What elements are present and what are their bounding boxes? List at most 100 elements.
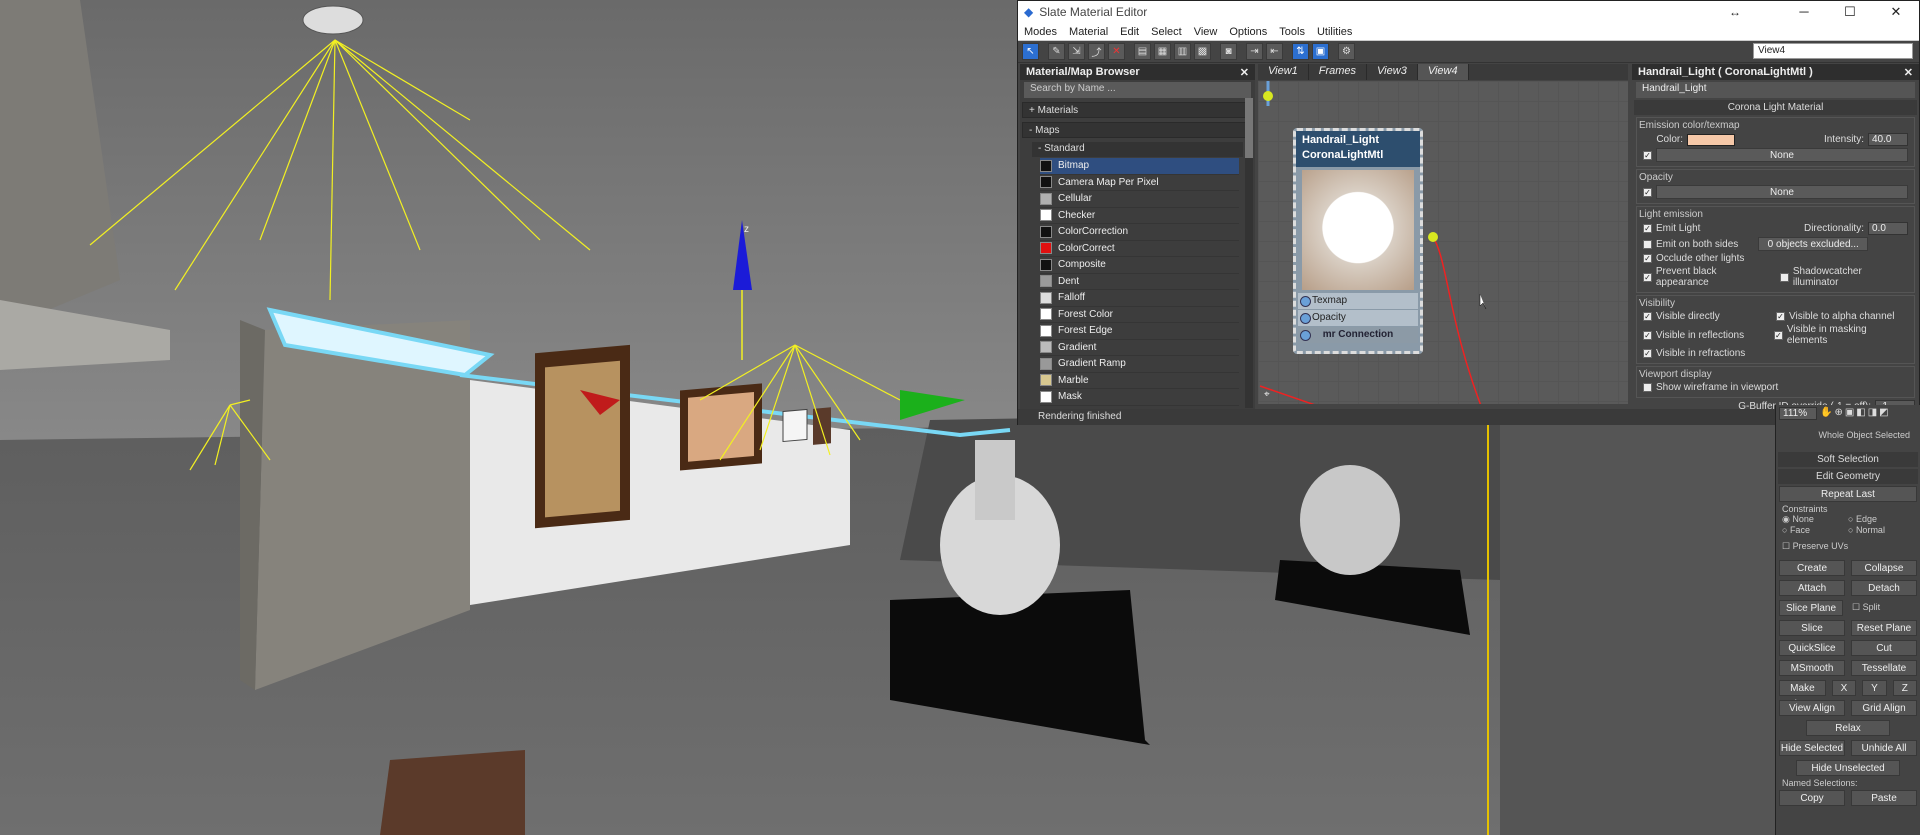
detach-button[interactable]: Detach [1851, 580, 1917, 596]
show-map-icon[interactable]: ⇤ [1266, 43, 1283, 60]
settings-icon[interactable]: ⚙ [1338, 43, 1355, 60]
emit-light-checkbox[interactable]: ✓ [1643, 224, 1652, 233]
vis-directly-checkbox[interactable]: ✓ [1643, 312, 1652, 321]
browser-scrollbar[interactable] [1245, 98, 1253, 408]
emission-map-checkbox[interactable]: ✓ [1643, 150, 1652, 160]
map-list-item[interactable]: Checker [1040, 208, 1239, 224]
map-list-item[interactable]: Mask [1040, 389, 1239, 406]
menu-select[interactable]: Select [1145, 26, 1188, 38]
shadowcatcher-checkbox[interactable] [1779, 272, 1789, 282]
hide-selected-button[interactable]: Hide Selected [1779, 740, 1845, 756]
menu-modes[interactable]: Modes [1018, 26, 1063, 38]
occlude-checkbox[interactable]: ✓ [1643, 254, 1652, 263]
directionality-spinner[interactable]: 0.0 [1868, 222, 1908, 235]
intensity-spinner[interactable]: 40.0 [1868, 133, 1908, 146]
move-children-icon[interactable]: ▤ [1134, 43, 1151, 60]
vis-refractions-checkbox[interactable]: ✓ [1643, 349, 1652, 358]
quickslice-button[interactable]: QuickSlice [1779, 640, 1845, 656]
map-list-item[interactable]: Composite [1040, 257, 1239, 274]
material-node[interactable]: Handrail_Light CoronaLightMtl Texmap Opa… [1293, 128, 1423, 354]
x-button[interactable]: X [1831, 680, 1857, 696]
zoom-field[interactable]: 111% [1779, 407, 1817, 420]
background-icon[interactable]: ▩ [1194, 43, 1211, 60]
slate-material-editor[interactable]: ◆ Slate Material Editor ↔ ─ ☐ ✕ Modes Ma… [1017, 0, 1920, 425]
vis-masking-checkbox[interactable]: ✓ [1773, 330, 1783, 340]
menu-utilities[interactable]: Utilities [1311, 26, 1358, 38]
unhide-all-button[interactable]: Unhide All [1851, 740, 1917, 756]
nav-toggle-icon[interactable]: ⇅ [1292, 43, 1309, 60]
put-to-scene-icon[interactable]: ⤴ [1088, 43, 1105, 60]
tab-frames[interactable]: Frames [1309, 64, 1368, 80]
close-button[interactable]: ✕ [1873, 4, 1919, 20]
delete-icon[interactable]: ✕ [1108, 43, 1125, 60]
edit-geometry-rollout[interactable]: Edit Geometry [1778, 469, 1918, 484]
emission-color-swatch[interactable] [1687, 133, 1735, 146]
slot-opacity[interactable]: Opacity [1298, 310, 1418, 326]
standard-group[interactable]: - Standard [1032, 142, 1243, 157]
map-list-item[interactable]: Forest Color [1040, 307, 1239, 323]
assign-material-icon[interactable]: ⇲ [1068, 43, 1085, 60]
make-planar-button[interactable]: Make Planar [1779, 680, 1826, 710]
map-list-item[interactable]: ColorCorrect [1040, 241, 1239, 257]
map-list-item[interactable]: Gradient Ramp [1040, 356, 1239, 373]
browser-toggle-icon[interactable]: ▣ [1312, 43, 1329, 60]
constraint-none-radio[interactable]: ◉ None [1782, 514, 1848, 525]
viewport-nav-icons[interactable]: ✋⊕▣◧◨◩ [1820, 407, 1891, 420]
vis-alpha-checkbox[interactable]: ✓ [1776, 312, 1785, 321]
close-props-icon[interactable]: ✕ [1904, 66, 1913, 79]
preserve-uvs-checkbox[interactable]: ☐ Preserve UVs [1776, 541, 1920, 552]
maps-group[interactable]: - Maps [1022, 122, 1253, 138]
hide-unselected-button[interactable]: Hide Unselected [1796, 760, 1900, 776]
maximize-button[interactable]: ☐ [1827, 4, 1873, 20]
cut-button[interactable]: Cut [1851, 640, 1917, 656]
grid-align-button[interactable]: Grid Align [1851, 700, 1917, 716]
map-list-item[interactable]: Forest Edge [1040, 323, 1239, 340]
copy-button[interactable]: Copy [1779, 790, 1845, 806]
minimize-button[interactable]: ─ [1781, 4, 1827, 20]
browser-search-input[interactable]: Search by Name ... [1024, 82, 1251, 98]
slice-plane-button[interactable]: Slice Plane [1779, 600, 1843, 616]
tessellate-button[interactable]: Tessellate [1851, 660, 1917, 676]
repeat-last-button[interactable]: Repeat Last [1779, 486, 1917, 502]
slice-button[interactable]: Slice [1779, 620, 1845, 636]
map-list-item[interactable]: Camera Map Per Pixel [1040, 175, 1239, 191]
rollout-header[interactable]: Corona Light Material [1634, 100, 1917, 115]
objects-excluded-button[interactable]: 0 objects excluded... [1758, 237, 1869, 251]
map-list-item[interactable]: Cellular [1040, 191, 1239, 208]
menu-options[interactable]: Options [1223, 26, 1273, 38]
soft-selection-rollout[interactable]: Soft Selection [1778, 452, 1918, 467]
show-wireframe-checkbox[interactable] [1643, 383, 1652, 392]
view-select-dropdown[interactable]: View4 [1753, 43, 1913, 59]
opacity-map-checkbox[interactable]: ✓ [1643, 187, 1652, 197]
map-list-item[interactable]: Marble [1040, 373, 1239, 389]
menu-material[interactable]: Material [1063, 26, 1114, 38]
z-button[interactable]: Z [1892, 680, 1918, 696]
constraint-edge-radio[interactable]: ○ Edge [1848, 514, 1914, 525]
node-view-canvas[interactable]: ⌖ Handrail_Light CoronaLightMtl Texmap O… [1258, 81, 1628, 404]
view-align-button[interactable]: View Align [1779, 700, 1845, 716]
select-tool-icon[interactable]: ↖ [1022, 43, 1039, 60]
opacity-map-button[interactable]: None [1656, 185, 1908, 199]
map-list-item[interactable]: ColorCorrection [1040, 224, 1239, 241]
map-list-item[interactable]: Dent [1040, 274, 1239, 290]
reset-plane-button[interactable]: Reset Plane [1851, 620, 1917, 636]
tab-view4[interactable]: View4 [1417, 64, 1469, 80]
slot-texmap[interactable]: Texmap [1298, 293, 1418, 309]
vis-reflections-checkbox[interactable]: ✓ [1643, 330, 1652, 340]
menu-tools[interactable]: Tools [1273, 26, 1311, 38]
emit-both-checkbox[interactable] [1643, 239, 1652, 249]
constraint-face-radio[interactable]: ○ Face [1782, 525, 1848, 535]
materials-group[interactable]: + Materials [1022, 102, 1253, 118]
menu-edit[interactable]: Edit [1114, 26, 1145, 38]
menu-view[interactable]: View [1188, 26, 1224, 38]
tab-view1[interactable]: View1 [1258, 64, 1309, 80]
tab-view3[interactable]: View3 [1367, 64, 1418, 80]
show-end-icon[interactable]: ⇥ [1246, 43, 1263, 60]
constraint-normal-radio[interactable]: ○ Normal [1848, 525, 1914, 535]
layout-icon[interactable]: ▦ [1154, 43, 1171, 60]
msmooth-button[interactable]: MSmooth [1779, 660, 1845, 676]
material-name-field[interactable]: Handrail_Light [1636, 82, 1915, 98]
preview-icon[interactable]: ◙ [1220, 43, 1237, 60]
relax-button[interactable]: Relax [1806, 720, 1890, 736]
map-list-item[interactable]: Falloff [1040, 290, 1239, 307]
